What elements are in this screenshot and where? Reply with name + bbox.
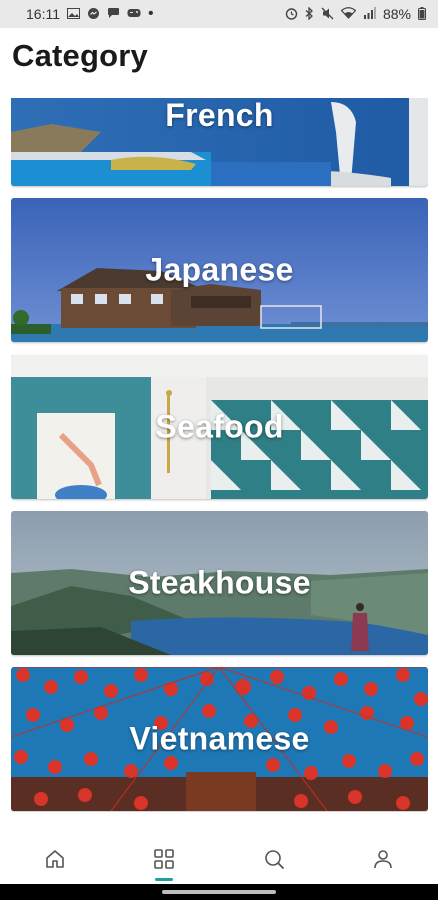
nav-profile[interactable] (353, 828, 413, 884)
category-card-seafood[interactable]: Seafood (11, 355, 428, 499)
dot-icon: • (148, 5, 154, 22)
alarm-icon (285, 7, 298, 22)
category-card-japanese[interactable]: Japanese (11, 198, 428, 342)
battery-percent: 88% (382, 6, 411, 22)
category-label-seafood: Seafood (155, 408, 284, 445)
category-label-vietnamese: Vietnamese (129, 720, 310, 757)
user-icon (372, 848, 394, 875)
nav-search[interactable] (244, 828, 304, 884)
active-tab-indicator (155, 878, 174, 881)
status-bar: 16:11 • 88% (0, 0, 438, 28)
page-title: Category (12, 38, 148, 73)
bluetooth-icon (305, 5, 314, 22)
chat-icon (107, 7, 120, 21)
nav-home[interactable] (25, 828, 85, 884)
category-card-vietnamese[interactable]: Vietnamese (11, 667, 428, 811)
category-card-french[interactable]: French (11, 98, 428, 186)
home-gesture-handle[interactable] (162, 890, 276, 894)
mute-icon (321, 7, 334, 22)
status-time: 16:11 (26, 6, 60, 22)
signal-icon (363, 7, 376, 21)
bottom-nav (0, 828, 438, 888)
search-icon (263, 848, 285, 875)
wifi-icon (340, 7, 357, 21)
category-card-steakhouse[interactable]: Steakhouse (11, 511, 428, 655)
battery-icon (418, 6, 426, 22)
category-list[interactable]: French Japanese Seafood Steakhouse Vietn… (11, 98, 428, 812)
category-label-steakhouse: Steakhouse (128, 564, 311, 601)
home-icon (44, 848, 66, 875)
gamepad-icon (127, 8, 141, 20)
gesture-bar (0, 884, 438, 900)
status-bar-right: 88% (285, 5, 426, 22)
grid-icon (153, 848, 175, 875)
status-bar-left: 16:11 • (26, 5, 154, 23)
category-label-french: French (165, 98, 274, 133)
nav-category[interactable] (134, 828, 194, 884)
image-icon (67, 7, 80, 21)
messenger-icon (87, 7, 100, 22)
category-label-japanese: Japanese (145, 251, 294, 288)
